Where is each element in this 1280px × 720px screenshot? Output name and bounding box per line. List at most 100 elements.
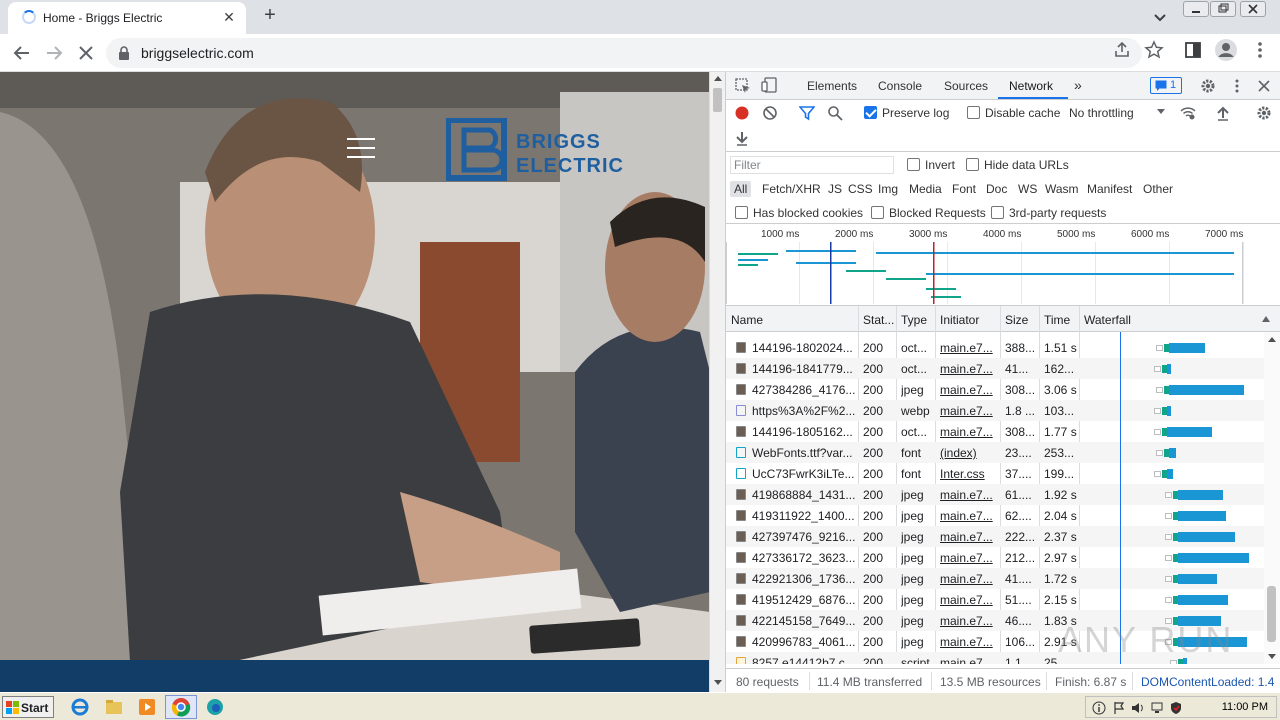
close-devtools-icon[interactable] xyxy=(1256,78,1272,94)
url-text[interactable]: briggselectric.com xyxy=(141,45,254,61)
filter-type-wasm[interactable]: Wasm xyxy=(1045,182,1079,196)
devtools-menu-icon[interactable] xyxy=(1229,78,1245,94)
inspect-element-icon[interactable] xyxy=(735,78,751,94)
side-panel-icon[interactable] xyxy=(1183,40,1203,60)
table-row[interactable]: 419512429_6876... 200 jpeg main.e7... 51....… xyxy=(726,589,1264,610)
network-conditions-icon[interactable] xyxy=(1180,105,1196,121)
record-icon[interactable] xyxy=(734,105,750,121)
filter-type-manifest[interactable]: Manifest xyxy=(1087,182,1132,196)
filter-type-fetch-xhr[interactable]: Fetch/XHR xyxy=(762,182,821,196)
notification-flag-icon[interactable] xyxy=(1112,701,1126,715)
scroll-down-icon[interactable] xyxy=(714,680,722,685)
security-shield-icon[interactable] xyxy=(1169,701,1183,715)
table-row[interactable]: 144196-1802024... 200 oct... main.e7... 388.… xyxy=(726,337,1264,358)
table-row[interactable]: UcC73FwrK3iLTe... 200 font Inter.css 37.... 1… xyxy=(726,463,1264,484)
network-settings-gear-icon[interactable] xyxy=(1256,105,1272,121)
close-window-button[interactable] xyxy=(1240,1,1266,17)
hamburger-menu-icon[interactable] xyxy=(347,138,375,158)
request-initiator[interactable]: main.e7... xyxy=(940,530,998,544)
table-row[interactable]: WebFonts.ttf?var... 200 font (index) 23.... 2… xyxy=(726,442,1264,463)
blocked-cookies-checkbox[interactable] xyxy=(735,206,748,219)
page-scroll-thumb[interactable] xyxy=(713,88,722,112)
briggs-electric-logo[interactable]: BRIGGS ELECTRIC xyxy=(446,118,666,182)
search-icon[interactable] xyxy=(827,105,843,121)
bookmark-star-icon[interactable] xyxy=(1144,40,1164,60)
table-row[interactable]: 422921306_1736... 200 jpeg main.e7... 41....… xyxy=(726,568,1264,589)
column-time[interactable]: Time xyxy=(1044,313,1070,327)
filter-icon[interactable] xyxy=(799,105,815,121)
request-initiator[interactable]: main.e7... xyxy=(940,635,998,649)
sort-ascending-icon[interactable] xyxy=(1261,315,1271,323)
forward-icon[interactable] xyxy=(41,40,67,66)
filter-type-js[interactable]: JS xyxy=(828,182,842,196)
table-row[interactable]: 144196-1841779... 200 oct... main.e7... 41..… xyxy=(726,358,1264,379)
tab-network[interactable]: Network xyxy=(1009,79,1053,93)
close-tab-icon[interactable]: ✕ xyxy=(220,8,238,26)
request-initiator[interactable]: main.e7... xyxy=(940,509,998,523)
request-initiator[interactable]: Inter.css xyxy=(940,467,998,481)
import-har-icon[interactable] xyxy=(1215,105,1231,121)
throttling-dropdown-icon[interactable] xyxy=(1156,106,1166,116)
filter-input[interactable]: Filter xyxy=(730,156,894,174)
request-initiator[interactable]: main.e7... xyxy=(940,362,998,376)
blocked-requests-checkbox[interactable] xyxy=(871,206,884,219)
column-status[interactable]: Stat... xyxy=(863,313,894,327)
table-row[interactable]: 427384286_4176... 200 jpeg main.e7... 308...… xyxy=(726,379,1264,400)
request-initiator[interactable]: main.e7... xyxy=(940,593,998,607)
new-tab-button[interactable]: + xyxy=(258,4,282,28)
share-icon[interactable] xyxy=(1112,40,1132,60)
request-initiator[interactable]: main.e7... xyxy=(940,341,998,355)
media-player-icon[interactable] xyxy=(137,697,157,717)
scroll-down-icon[interactable] xyxy=(1267,654,1277,660)
address-bar[interactable]: briggselectric.com xyxy=(106,38,1142,68)
clear-icon[interactable] xyxy=(762,105,778,121)
request-initiator[interactable]: main.e7... xyxy=(940,488,998,502)
column-size[interactable]: Size xyxy=(1005,313,1028,327)
stop-loading-icon[interactable] xyxy=(73,40,99,66)
filter-type-media[interactable]: Media xyxy=(909,182,942,196)
third-party-checkbox[interactable] xyxy=(991,206,1004,219)
table-row[interactable]: 427336172_3623... 200 jpeg main.e7... 212...… xyxy=(726,547,1264,568)
page-scrollbar[interactable] xyxy=(709,72,725,692)
more-tabs-icon[interactable]: » xyxy=(1074,77,1082,93)
preserve-log-checkbox[interactable] xyxy=(864,106,877,119)
table-scrollbar[interactable] xyxy=(1264,332,1280,664)
chrome-menu-icon[interactable] xyxy=(1250,40,1270,60)
request-initiator[interactable]: main.e7... xyxy=(940,404,998,418)
profile-avatar-icon[interactable] xyxy=(1214,38,1238,62)
request-initiator[interactable]: main.e7... xyxy=(940,572,998,586)
hide-data-urls-checkbox[interactable] xyxy=(966,158,979,171)
column-waterfall[interactable]: Waterfall xyxy=(1084,313,1131,327)
request-initiator[interactable]: main.e7... xyxy=(940,425,998,439)
throttling-select[interactable]: No throttling xyxy=(1069,106,1134,120)
lock-icon[interactable] xyxy=(118,46,130,60)
table-scroll-thumb[interactable] xyxy=(1267,586,1276,642)
internet-explorer-icon[interactable] xyxy=(70,697,90,717)
table-row[interactable]: 144196-1805162... 200 oct... main.e7... 308.… xyxy=(726,421,1264,442)
table-row[interactable]: https%3A%2F%2... 200 webp main.e7... 1.8 ...… xyxy=(726,400,1264,421)
table-row[interactable]: 427397476_9216... 200 jpeg main.e7... 222...… xyxy=(726,526,1264,547)
table-row[interactable]: 419868884_1431... 200 jpeg main.e7... 61....… xyxy=(726,484,1264,505)
restore-button[interactable] xyxy=(1210,1,1236,17)
invert-checkbox[interactable] xyxy=(907,158,920,171)
volume-icon[interactable] xyxy=(1131,701,1145,715)
tab-console[interactable]: Console xyxy=(878,79,922,93)
tab-sources[interactable]: Sources xyxy=(944,79,988,93)
chrome-taskbar-button[interactable] xyxy=(165,695,197,719)
request-initiator[interactable]: main.e7... xyxy=(940,656,998,664)
request-initiator[interactable]: main.e7... xyxy=(940,551,998,565)
table-row[interactable]: 419311922_1400... 200 jpeg main.e7... 62....… xyxy=(726,505,1264,526)
file-explorer-icon[interactable] xyxy=(104,697,124,717)
back-icon[interactable] xyxy=(9,40,35,66)
filter-type-doc[interactable]: Doc xyxy=(986,182,1007,196)
device-toolbar-icon[interactable] xyxy=(761,77,777,93)
filter-type-css[interactable]: CSS xyxy=(848,182,873,196)
browser-tab[interactable]: Home - Briggs Electric ✕ xyxy=(8,2,246,34)
request-initiator[interactable]: main.e7... xyxy=(940,614,998,628)
column-type[interactable]: Type xyxy=(901,313,927,327)
filter-type-ws[interactable]: WS xyxy=(1018,182,1037,196)
info-icon[interactable] xyxy=(1092,701,1106,715)
request-initiator[interactable]: (index) xyxy=(940,446,998,460)
minimize-button[interactable] xyxy=(1183,1,1209,17)
scroll-up-icon[interactable] xyxy=(1267,336,1277,342)
